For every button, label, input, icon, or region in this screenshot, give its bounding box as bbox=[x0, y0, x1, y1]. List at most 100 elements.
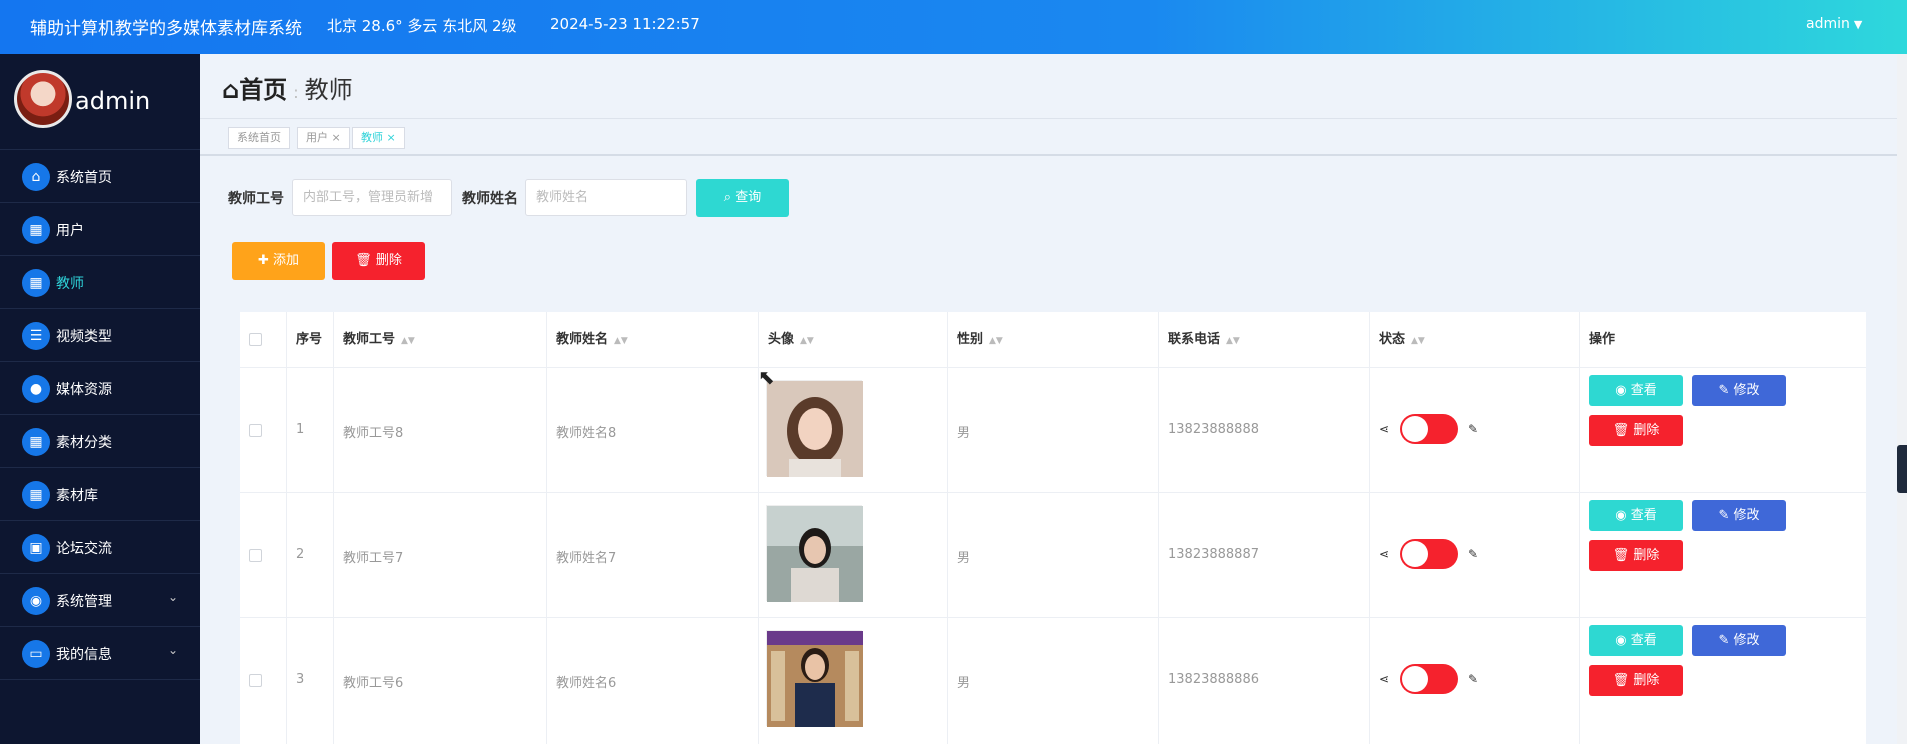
sidebar-item-label: 媒体资源 bbox=[56, 382, 112, 398]
view-button[interactable]: ◉ 查看 bbox=[1589, 500, 1683, 531]
view-button[interactable]: ◉ 查看 bbox=[1589, 625, 1683, 656]
row-checkbox[interactable] bbox=[249, 674, 262, 687]
briefcase-icon: ▣ bbox=[22, 534, 50, 562]
edit-pen-icon[interactable]: ✎ bbox=[1468, 672, 1478, 686]
sidebar-item-label: 论坛交流 bbox=[56, 541, 112, 557]
toggle-knob bbox=[1402, 541, 1428, 567]
row-gender: 男 bbox=[957, 426, 971, 441]
row-checkbox[interactable] bbox=[249, 549, 262, 562]
column-header-teacher-id[interactable]: 教师工号 ▲▼ bbox=[343, 312, 415, 367]
eye-icon: ◉ bbox=[1615, 383, 1631, 398]
column-header-gender[interactable]: 性别 ▲▼ bbox=[957, 312, 1003, 367]
home-icon: ⌂ bbox=[22, 163, 50, 191]
row-divider bbox=[240, 617, 1866, 618]
page-scrollbar[interactable] bbox=[1897, 54, 1907, 744]
row-teacher-id: 教师工号7 bbox=[343, 551, 404, 566]
toggle-knob bbox=[1402, 416, 1428, 442]
sidebar-item-media[interactable]: ● 媒体资源 bbox=[0, 362, 200, 415]
column-header-teacher-name[interactable]: 教师姓名 ▲▼ bbox=[556, 312, 628, 367]
row-index: 1 bbox=[296, 422, 305, 437]
edit-pen-icon[interactable]: ✎ bbox=[1468, 547, 1478, 561]
sidebar-item-teachers[interactable]: ▦ 教师 bbox=[0, 256, 200, 309]
sidebar-item-label: 素材库 bbox=[56, 488, 98, 504]
trash-icon: 🗑 bbox=[1612, 548, 1634, 563]
weather-info: 北京 28.6° 多云 东北风 2级 bbox=[327, 17, 517, 35]
row-delete-button[interactable]: 🗑 删除 bbox=[1589, 415, 1683, 446]
status-toggle[interactable] bbox=[1400, 539, 1458, 569]
sidebar: admin ⌂ 系统首页 ▦ 用户 ▦ 教师 ☰ 视频类型 ● 媒体资源 ▦ 素材分类 ▦ 素… bbox=[0, 54, 200, 744]
main-content: ⌂首页: 教师 系统首页 用户 × 教师 × 教师工号 教师姓名 ⌕ 查询 ✚ 添… bbox=[200, 54, 1907, 744]
home-icon: ⌂ bbox=[222, 76, 240, 104]
tag-home[interactable]: 系统首页 bbox=[228, 127, 290, 149]
teacher-id-label: 教师工号 bbox=[228, 191, 284, 207]
column-divider bbox=[947, 312, 948, 744]
sort-icon: ▲▼ bbox=[614, 336, 628, 346]
sidebar-item-material-categories[interactable]: ▦ 素材分类 bbox=[0, 415, 200, 468]
row-gender: 男 bbox=[957, 676, 971, 691]
sidebar-item-label: 系统首页 bbox=[56, 170, 112, 186]
breadcrumb-home[interactable]: ⌂首页 bbox=[222, 76, 287, 104]
row-divider bbox=[240, 367, 1866, 368]
sidebar-item-system-admin[interactable]: ◉ 系统管理 ⌄ bbox=[0, 574, 200, 627]
share-icon[interactable]: ⋖ bbox=[1379, 422, 1389, 436]
column-divider bbox=[1579, 312, 1580, 744]
sort-icon: ▲▼ bbox=[800, 336, 814, 346]
tags-bar: 系统首页 用户 × 教师 × bbox=[200, 118, 1907, 156]
user-icon: ● bbox=[22, 375, 50, 403]
teacher-avatar-photo[interactable] bbox=[766, 505, 863, 602]
row-delete-button[interactable]: 🗑 删除 bbox=[1589, 665, 1683, 696]
teacher-avatar-photo[interactable] bbox=[766, 630, 863, 727]
sidebar-item-home[interactable]: ⌂ 系统首页 bbox=[0, 150, 200, 203]
sidebar-item-video-types[interactable]: ☰ 视频类型 bbox=[0, 309, 200, 362]
teacher-avatar-photo[interactable] bbox=[766, 380, 863, 477]
sidebar-item-label: 视频类型 bbox=[56, 329, 112, 345]
status-toggle[interactable] bbox=[1400, 664, 1458, 694]
sidebar-item-forum[interactable]: ▣ 论坛交流 bbox=[0, 521, 200, 574]
column-header-index: 序号 bbox=[296, 332, 323, 347]
status-toggle[interactable] bbox=[1400, 414, 1458, 444]
column-header-avatar[interactable]: 头像 ▲▼ bbox=[768, 312, 814, 367]
eye-icon: ◉ bbox=[1615, 633, 1631, 648]
teacher-name-label: 教师姓名 bbox=[462, 191, 518, 207]
row-checkbox[interactable] bbox=[249, 424, 262, 437]
search-icon: ⌕ bbox=[723, 190, 736, 205]
user-menu[interactable]: admin ▼ bbox=[1806, 16, 1862, 32]
tag-users[interactable]: 用户 × bbox=[297, 127, 350, 149]
edit-pen-icon[interactable]: ✎ bbox=[1468, 422, 1478, 436]
sidebar-item-label: 素材分类 bbox=[56, 435, 112, 451]
row-delete-button[interactable]: 🗑 删除 bbox=[1589, 540, 1683, 571]
column-divider bbox=[546, 312, 547, 744]
delete-button[interactable]: 🗑 删除 bbox=[332, 242, 425, 280]
eye-icon: ◉ bbox=[1615, 508, 1631, 523]
column-header-status[interactable]: 状态 ▲▼ bbox=[1379, 312, 1425, 367]
share-icon[interactable]: ⋖ bbox=[1379, 547, 1389, 561]
teachers-table: 序号 教师工号 ▲▼ 教师姓名 ▲▼ 头像 ▲▼ 性别 ▲▼ 联系电话 ▲▼ 状态 ▲▼ 操… bbox=[240, 312, 1866, 744]
teacher-name-input[interactable] bbox=[525, 179, 687, 216]
select-all-checkbox[interactable] bbox=[249, 333, 262, 346]
sidebar-item-material-library[interactable]: ▦ 素材库 bbox=[0, 468, 200, 521]
column-header-phone[interactable]: 联系电话 ▲▼ bbox=[1168, 312, 1240, 367]
teacher-id-input[interactable] bbox=[292, 179, 452, 216]
card-icon: ▭ bbox=[22, 640, 50, 668]
breadcrumb-current: 教师 bbox=[304, 76, 353, 104]
sort-icon: ▲▼ bbox=[1411, 336, 1425, 346]
row-phone: 13823888888 bbox=[1168, 422, 1259, 437]
row-teacher-name: 教师姓名6 bbox=[556, 676, 617, 691]
grid-icon: ▦ bbox=[22, 481, 50, 509]
list-icon: ☰ bbox=[22, 322, 50, 350]
mouse-cursor-icon: ⬉ bbox=[758, 365, 775, 389]
edit-button[interactable]: ✎ 修改 bbox=[1692, 625, 1786, 656]
column-divider bbox=[286, 312, 287, 744]
tag-teachers[interactable]: 教师 × bbox=[352, 127, 405, 149]
edit-button[interactable]: ✎ 修改 bbox=[1692, 375, 1786, 406]
add-button[interactable]: ✚ 添加 bbox=[232, 242, 325, 280]
view-button[interactable]: ◉ 查看 bbox=[1589, 375, 1683, 406]
edit-button[interactable]: ✎ 修改 bbox=[1692, 500, 1786, 531]
share-icon[interactable]: ⋖ bbox=[1379, 672, 1389, 686]
sidebar-item-my-info[interactable]: ▭ 我的信息 ⌄ bbox=[0, 627, 200, 680]
trash-icon: 🗑 bbox=[1612, 423, 1634, 438]
sidebar-item-users[interactable]: ▦ 用户 bbox=[0, 203, 200, 256]
grid-icon: ▦ bbox=[22, 269, 50, 297]
collapse-handle[interactable] bbox=[1897, 445, 1907, 493]
query-button[interactable]: ⌕ 查询 bbox=[696, 179, 789, 217]
